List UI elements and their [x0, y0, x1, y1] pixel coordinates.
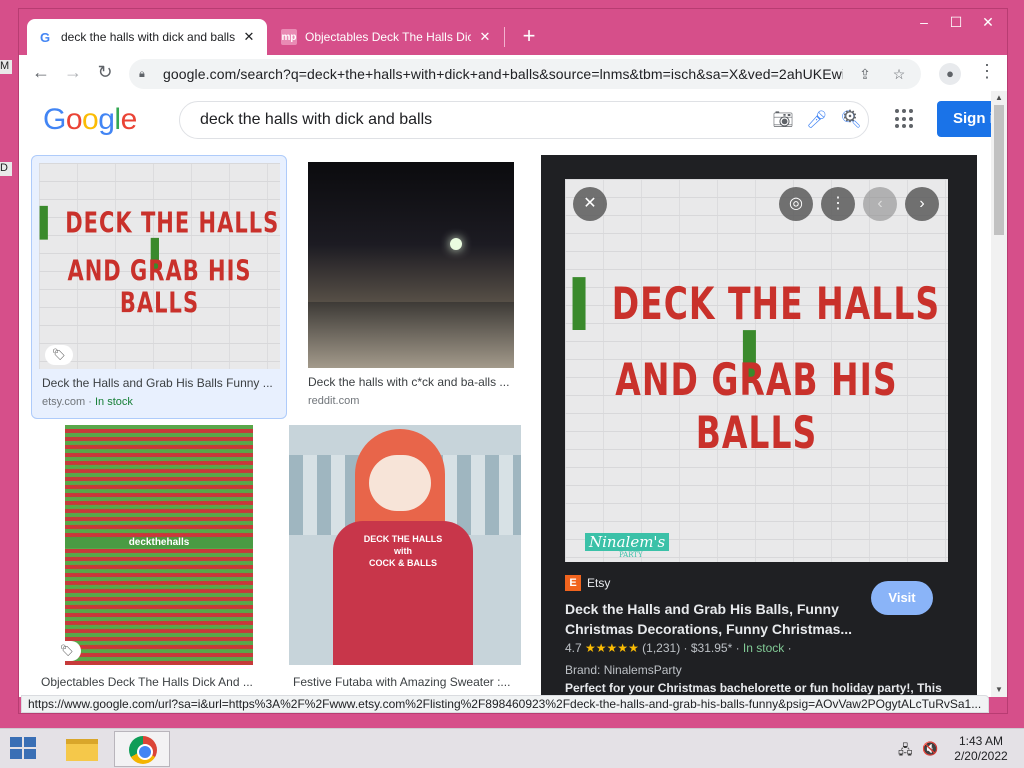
scroll-up-arrow[interactable]: ▲ — [991, 91, 1007, 105]
folder-icon — [66, 739, 98, 761]
result-source: etsy.com · In stock — [42, 396, 133, 408]
tab-separator — [504, 27, 505, 47]
next-image-icon[interactable]: › — [905, 187, 939, 221]
lens-search-icon[interactable]: ◎ — [779, 187, 813, 221]
image-preview-panel: ▌ DECK THE HALLS ▌ AND GRAB HIS BALLS Ni… — [541, 155, 977, 697]
more-options-icon[interactable]: ⋮ — [821, 187, 855, 221]
search-results-page: Google deck the halls with dick and ball… — [19, 91, 991, 697]
search-box[interactable]: deck the halls with dick and balls 📷︎ 🎤︎… — [179, 101, 869, 139]
scroll-down-arrow[interactable]: ▼ — [991, 683, 1007, 697]
profile-icon[interactable]: ● — [939, 63, 961, 85]
taskbar: 🖧 🔇 1:43 AM 2/20/2022 — [0, 728, 1024, 768]
tab-title: deck the halls with dick and balls — [61, 30, 235, 44]
chrome-icon — [129, 736, 157, 764]
tab-bar: G deck the halls with dick and balls ✕ m… — [19, 9, 1007, 55]
close-window-button[interactable]: ✕ — [971, 9, 1005, 37]
preview-description: Perfect for your Christmas bachelorette … — [565, 681, 942, 695]
google-favicon-icon: G — [39, 29, 51, 45]
close-tab-icon[interactable]: ✕ — [241, 29, 257, 45]
preview-brand: Brand: NinalemsParty — [565, 663, 682, 677]
image-result[interactable]: deckthehalls 🏷︎ Objectables Deck The Hal… — [31, 425, 287, 697]
back-button[interactable]: ← — [25, 57, 57, 89]
preview-text-line2: AND GRAB HIS BALLS — [615, 353, 898, 459]
result-caption[interactable]: Deck the halls with c*ck and ba-alls ... — [308, 375, 524, 389]
result-thumbnail[interactable] — [308, 162, 514, 368]
chrome-taskbar-button[interactable] — [114, 731, 170, 767]
result-caption[interactable]: Festive Futaba with Amazing Sweater :... — [293, 675, 523, 689]
sign-in-button[interactable]: Sign i — [937, 101, 991, 137]
objectables-favicon-icon: mp — [281, 29, 297, 45]
desktop-icon-fragment[interactable]: D — [0, 162, 12, 176]
product-tag-icon: 🏷︎ — [45, 345, 73, 365]
result-thumbnail[interactable]: DECK THE HALLS with COCK & BALLS — [289, 425, 521, 665]
forward-button[interactable]: → — [57, 57, 89, 89]
google-header: Google deck the halls with dick and ball… — [19, 91, 991, 147]
camera-icon[interactable]: 📷︎ — [766, 110, 800, 130]
settings-gear-icon[interactable]: ⚙ — [833, 107, 867, 127]
street-ground — [308, 302, 514, 368]
page-scrollbar[interactable]: ▲ ▼ — [991, 91, 1007, 697]
start-button[interactable] — [10, 737, 38, 761]
maximize-button[interactable]: ☐ — [939, 9, 973, 37]
network-icon[interactable]: 🖧 — [898, 741, 913, 763]
browser-toolbar: ← → ↻ 🔒︎ google.com/search?q=deck+the+ha… — [19, 55, 1007, 91]
address-bar[interactable]: 🔒︎ google.com/search?q=deck+the+halls+wi… — [129, 59, 921, 89]
new-tab-button[interactable]: + — [515, 23, 543, 51]
chrome-menu-icon[interactable]: ⋮ — [977, 61, 997, 82]
chrome-window: G deck the halls with dick and balls ✕ m… — [18, 8, 1008, 714]
lock-icon[interactable]: 🔒︎ — [139, 68, 155, 81]
image-result[interactable]: DECK THE HALLS with COCK & BALLS Festive… — [289, 425, 529, 697]
google-apps-icon[interactable] — [895, 109, 915, 129]
tab-title: Objectables Deck The Halls Dick — [305, 30, 471, 44]
reload-button[interactable]: ↻ — [89, 57, 121, 89]
sweater-text: DECK THE HALLS with COCK & BALLS — [363, 534, 443, 568]
etsy-logo-icon: E — [565, 575, 581, 591]
street-light — [450, 238, 462, 250]
file-explorer-button[interactable] — [54, 731, 110, 767]
preview-source[interactable]: E Etsy — [565, 575, 610, 591]
preview-rating-row: 4.7 ★★★★★ (1,231) · $31.95* · In stock · — [565, 641, 792, 655]
link-status-bar: https://www.google.com/url?sa=i&url=http… — [21, 695, 989, 713]
desktop-icon-fragment[interactable]: M — [0, 60, 12, 74]
preview-title[interactable]: Deck the Halls and Grab His Balls, Funny… — [565, 599, 865, 639]
google-logo[interactable]: Google — [43, 103, 137, 137]
preview-image[interactable]: ▌ DECK THE HALLS ▌ AND GRAB HIS BALLS Ni… — [565, 179, 948, 562]
result-source: reddit.com — [308, 395, 360, 407]
image-result[interactable]: Deck the halls with c*ck and ba-alls ...… — [301, 155, 531, 419]
visit-button[interactable]: Visit — [871, 581, 933, 615]
pattern-label: deckthehalls — [65, 537, 253, 548]
minimize-button[interactable]: – — [907, 9, 941, 37]
brand-watermark-logo: Ninalem's PARTY — [585, 533, 705, 559]
character-face — [369, 455, 431, 511]
rating-stars-icon: ★★★★★ — [585, 641, 639, 655]
previous-image-icon[interactable]: ‹ — [863, 187, 897, 221]
result-caption[interactable]: Objectables Deck The Halls Dick And ... — [41, 675, 277, 689]
bookmark-star-icon[interactable]: ☆ — [887, 66, 911, 83]
url-text[interactable]: google.com/search?q=deck+the+halls+with+… — [163, 66, 843, 82]
share-icon[interactable]: ⇪ — [853, 66, 877, 83]
scroll-thumb[interactable] — [994, 105, 1004, 235]
result-thumbnail[interactable]: ▌ DECK THE HALLS ▌ AND GRAB HIS BALLS 🏷︎ — [39, 163, 280, 369]
tab-objectables[interactable]: mp Objectables Deck The Halls Dick ✕ — [271, 19, 503, 55]
image-result[interactable]: ▌ DECK THE HALLS ▌ AND GRAB HIS BALLS 🏷︎… — [31, 155, 287, 419]
microphone-icon[interactable]: 🎤︎ — [800, 110, 834, 130]
volume-muted-icon[interactable]: 🔇 — [922, 741, 938, 757]
close-preview-icon[interactable]: ✕ — [573, 187, 607, 221]
thumb-text-line2: AND GRAB HIS BALLS — [67, 254, 252, 320]
close-tab-icon[interactable]: ✕ — [477, 29, 493, 45]
result-thumbnail[interactable]: deckthehalls — [65, 425, 253, 665]
search-input[interactable]: deck the halls with dick and balls — [200, 111, 766, 129]
system-clock[interactable]: 1:43 AM 2/20/2022 — [948, 734, 1014, 764]
tab-google-search[interactable]: G deck the halls with dick and balls ✕ — [27, 19, 267, 55]
result-caption[interactable]: Deck the Halls and Grab His Balls Funny … — [42, 376, 278, 390]
product-tag-icon: 🏷︎ — [53, 641, 81, 661]
